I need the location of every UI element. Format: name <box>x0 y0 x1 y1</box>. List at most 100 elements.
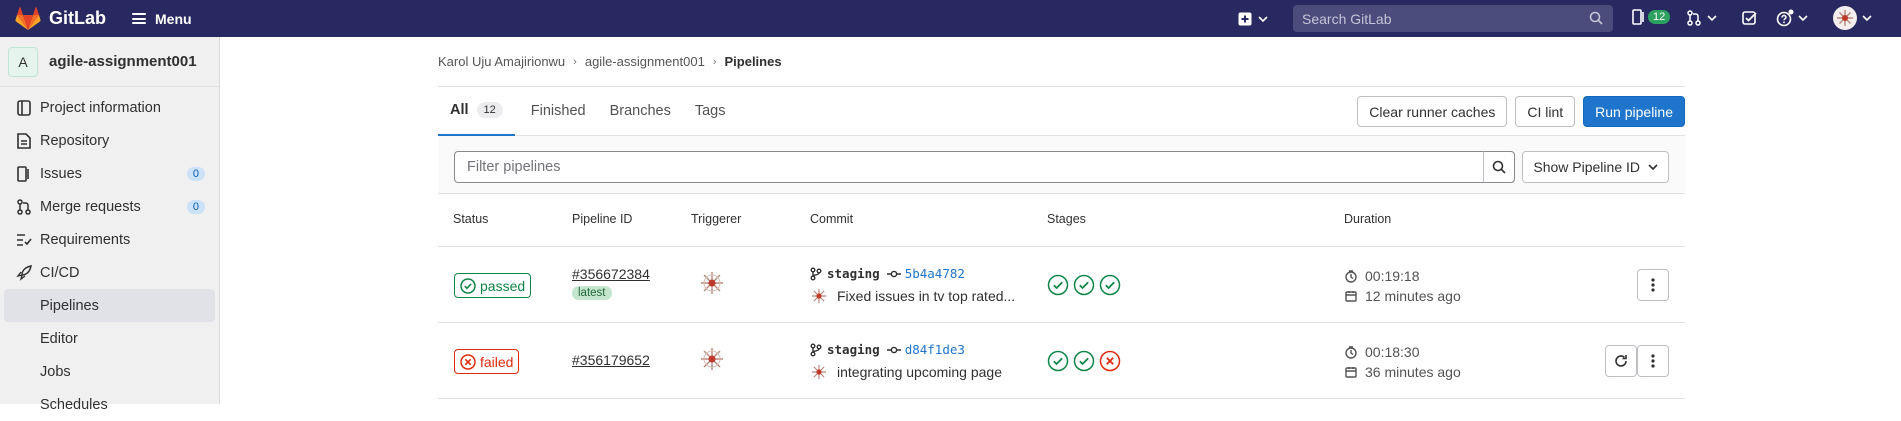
header-commit: Commit <box>810 212 854 226</box>
header-triggerer: Triggerer <box>691 212 742 226</box>
breadcrumb: Karol Uju Amajirionwu › agile-assignment… <box>438 37 1685 87</box>
tab-tags[interactable]: Tags <box>683 87 738 136</box>
status-success-icon <box>460 277 476 294</box>
commit-title-link[interactable]: integrating upcoming page <box>837 364 1002 380</box>
ci-lint-button[interactable]: CI lint <box>1515 96 1576 127</box>
sidebar-subitem-editor[interactable]: Editor <box>0 322 219 355</box>
filter-search-button[interactable] <box>1483 151 1515 183</box>
sidebar-item-project-information[interactable]: Project information <box>0 91 219 124</box>
tab-label: Tags <box>694 103 726 119</box>
commit-sha-link[interactable]: 5b4a4782 <box>905 266 965 281</box>
issues-counter[interactable]: 12 <box>1632 9 1671 25</box>
project-info-icon <box>16 99 32 116</box>
run-pipeline-button[interactable]: Run pipeline <box>1583 96 1685 127</box>
duration-row: 00:19:18 <box>1345 266 1461 286</box>
tab-label: All <box>450 102 469 118</box>
timer-icon <box>1345 269 1357 283</box>
commit-ref: staging d84f1de3 <box>810 342 1002 357</box>
sidebar-item-repository[interactable]: Repository <box>0 124 219 157</box>
help-dropdown[interactable] <box>1776 9 1808 27</box>
commit-message: integrating upcoming page <box>810 363 1002 381</box>
stage-success-icon[interactable] <box>1047 274 1069 296</box>
ellipsis-v-icon <box>1651 278 1655 292</box>
finished-row: 36 minutes ago <box>1345 362 1461 382</box>
issues-icon <box>16 165 32 182</box>
rocket-icon <box>16 264 32 281</box>
commit-cell: staging 5b4a4782 Fixed issues in tv top … <box>810 266 1015 305</box>
commit-cell: staging d84f1de3 integrating upcoming pa… <box>810 342 1002 381</box>
show-pipeline-id-label: Show Pipeline ID <box>1533 159 1640 175</box>
search-input[interactable] <box>1302 10 1572 27</box>
chevron-right-icon: › <box>712 55 717 68</box>
pipeline-id-cell: #356672384 latest <box>572 266 650 300</box>
status-label: failed <box>480 353 514 370</box>
breadcrumb-project[interactable]: agile-assignment001 <box>585 54 705 69</box>
commit-icon <box>886 346 901 353</box>
brand[interactable]: GitLab <box>15 6 106 31</box>
requirements-icon <box>16 232 32 248</box>
sidebar-item-requirements[interactable]: Requirements <box>0 223 219 256</box>
stage-success-icon[interactable] <box>1099 274 1121 296</box>
sidebar-item-merge-requests[interactable]: Merge requests 0 <box>0 190 219 223</box>
sidebar-item-label: Requirements <box>40 231 131 248</box>
clear-runner-caches-button[interactable]: Clear runner caches <box>1357 96 1508 127</box>
chevron-right-icon: › <box>573 55 577 68</box>
merge-requests-count-badge: 0 <box>186 199 205 214</box>
breadcrumb-user[interactable]: Karol Uju Amajirionwu <box>438 54 565 69</box>
user-menu[interactable] <box>1833 6 1872 30</box>
status-badge-passed[interactable]: passed <box>454 273 532 298</box>
tab-branches[interactable]: Branches <box>598 87 683 136</box>
more-actions-button[interactable] <box>1637 345 1669 377</box>
pipeline-id-link[interactable]: #356672384 <box>572 266 650 282</box>
chevron-down-icon <box>1862 15 1872 22</box>
sidebar-subitem-label: Pipelines <box>40 297 99 314</box>
stage-success-icon[interactable] <box>1047 350 1069 372</box>
sidebar-item-ci-cd[interactable]: CI/CD <box>0 256 219 289</box>
merge-request-icon <box>16 198 32 215</box>
tab-finished[interactable]: Finished <box>519 87 598 136</box>
more-actions-button[interactable] <box>1637 269 1669 301</box>
todos-button[interactable] <box>1742 11 1757 25</box>
branch-name-link[interactable]: staging <box>827 342 880 357</box>
table-row: failed #356179652 staging d84f1de3 integ… <box>438 323 1685 399</box>
brand-name: GitLab <box>49 8 106 28</box>
filter-pipelines-input[interactable]: Filter pipelines <box>454 151 1484 183</box>
stage-success-icon[interactable] <box>1073 350 1095 372</box>
sidebar-item-issues[interactable]: Issues 0 <box>0 157 219 190</box>
commit-title-link[interactable]: Fixed issues in tv top rated... <box>837 288 1015 304</box>
triggerer-avatar[interactable] <box>698 345 726 376</box>
retry-button[interactable] <box>1605 345 1637 377</box>
pipeline-id-link[interactable]: #356179652 <box>572 352 650 368</box>
sidebar-project-header[interactable]: A agile-assignment001 <box>0 37 219 87</box>
project-name: agile-assignment001 <box>49 53 197 70</box>
user-avatar <box>1833 6 1857 30</box>
sidebar-subitem-pipelines[interactable]: Pipelines <box>4 289 215 322</box>
menu-label: Menu <box>155 10 192 27</box>
sidebar: A agile-assignment001 Project informatio… <box>0 37 220 413</box>
menu-button[interactable]: Menu <box>132 11 192 27</box>
sidebar-subitem-jobs[interactable]: Jobs <box>0 355 219 388</box>
show-pipeline-id-dropdown[interactable]: Show Pipeline ID <box>1522 151 1669 183</box>
search-icon <box>1589 11 1603 25</box>
triggerer-avatar[interactable] <box>698 269 726 300</box>
merge-requests-dropdown[interactable] <box>1687 10 1717 26</box>
duration-row: 00:18:30 <box>1345 342 1461 362</box>
pipeline-stages <box>1047 350 1121 372</box>
search-box[interactable] <box>1293 5 1613 32</box>
main-content: Karol Uju Amajirionwu › agile-assignment… <box>438 37 1685 399</box>
stage-success-icon[interactable] <box>1073 274 1095 296</box>
stage-failed-icon[interactable] <box>1099 350 1121 372</box>
sidebar-item-label: Issues <box>40 165 82 182</box>
breadcrumb-current[interactable]: Pipelines <box>724 54 781 69</box>
tab-count-badge: 12 <box>476 102 503 118</box>
latest-badge: latest <box>572 286 612 300</box>
new-item-dropdown[interactable] <box>1238 12 1268 26</box>
table-header: Status Pipeline ID Triggerer Commit Stag… <box>438 194 1685 247</box>
calendar-icon <box>1345 367 1357 378</box>
commit-sha-link[interactable]: d84f1de3 <box>905 342 965 357</box>
sidebar-subitem-schedules[interactable]: Schedules <box>0 388 219 421</box>
tab-all[interactable]: All 12 <box>438 87 515 136</box>
branch-name-link[interactable]: staging <box>827 266 880 281</box>
sidebar-item-label: Project information <box>40 99 161 116</box>
status-badge-failed[interactable]: failed <box>454 349 520 374</box>
